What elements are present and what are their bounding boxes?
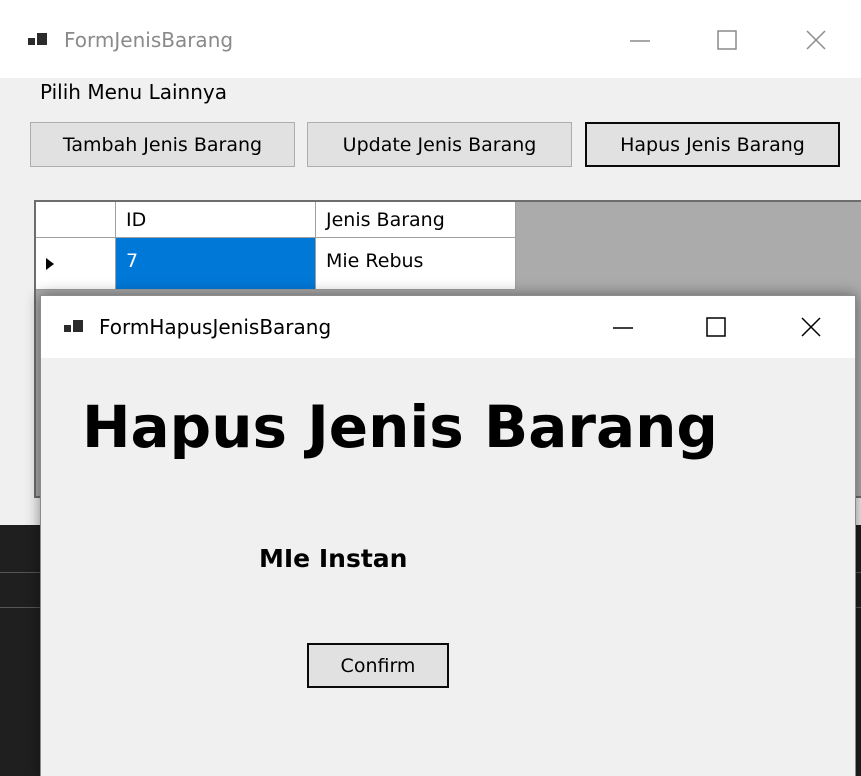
close-icon	[801, 317, 821, 337]
app-icon	[28, 31, 48, 49]
table-row-id-cell[interactable]: 7	[116, 238, 316, 290]
menu-label[interactable]: Pilih Menu Lainnya	[40, 80, 227, 104]
main-titlebar[interactable]: FormJenisBarang	[0, 0, 861, 78]
close-button[interactable]	[796, 20, 836, 60]
maximize-button[interactable]	[707, 20, 747, 60]
dialog-minimize-button[interactable]	[603, 307, 643, 347]
dialog-heading: Hapus Jenis Barang	[82, 393, 718, 461]
minimize-icon	[630, 40, 650, 42]
maximize-icon	[717, 30, 737, 50]
dialog-close-button[interactable]	[791, 307, 831, 347]
selected-item-name: MIe Instan	[259, 544, 408, 573]
grid-corner-header	[36, 202, 116, 238]
table-row-jenis-cell[interactable]: Mie Rebus	[316, 238, 516, 290]
background-divider	[856, 607, 861, 608]
dialog-app-icon	[64, 318, 84, 336]
main-window-title: FormJenisBarang	[64, 28, 234, 52]
dialog-window-title: FormHapusJenisBarang	[99, 315, 332, 339]
close-icon	[806, 30, 826, 50]
update-jenis-barang-button[interactable]: Update Jenis Barang	[307, 122, 572, 167]
column-header-id[interactable]: ID	[116, 202, 316, 238]
column-header-jenis-barang[interactable]: Jenis Barang	[316, 202, 516, 238]
confirm-button[interactable]: Confirm	[307, 643, 449, 688]
row-header[interactable]	[36, 238, 116, 290]
background-divider	[856, 572, 861, 573]
hapus-dialog-window: FormHapusJenisBarang Hapus Jenis Barang …	[40, 295, 856, 776]
dialog-maximize-button[interactable]	[696, 307, 736, 347]
maximize-icon	[706, 317, 726, 337]
dialog-titlebar[interactable]: FormHapusJenisBarang	[41, 296, 855, 358]
minimize-icon	[613, 327, 633, 329]
tambah-jenis-barang-button[interactable]: Tambah Jenis Barang	[30, 122, 295, 167]
minimize-button[interactable]	[620, 20, 660, 60]
background-divider	[0, 607, 40, 608]
current-row-indicator-icon	[46, 258, 54, 270]
background-divider	[0, 572, 40, 573]
hapus-jenis-barang-button[interactable]: Hapus Jenis Barang	[585, 122, 840, 167]
